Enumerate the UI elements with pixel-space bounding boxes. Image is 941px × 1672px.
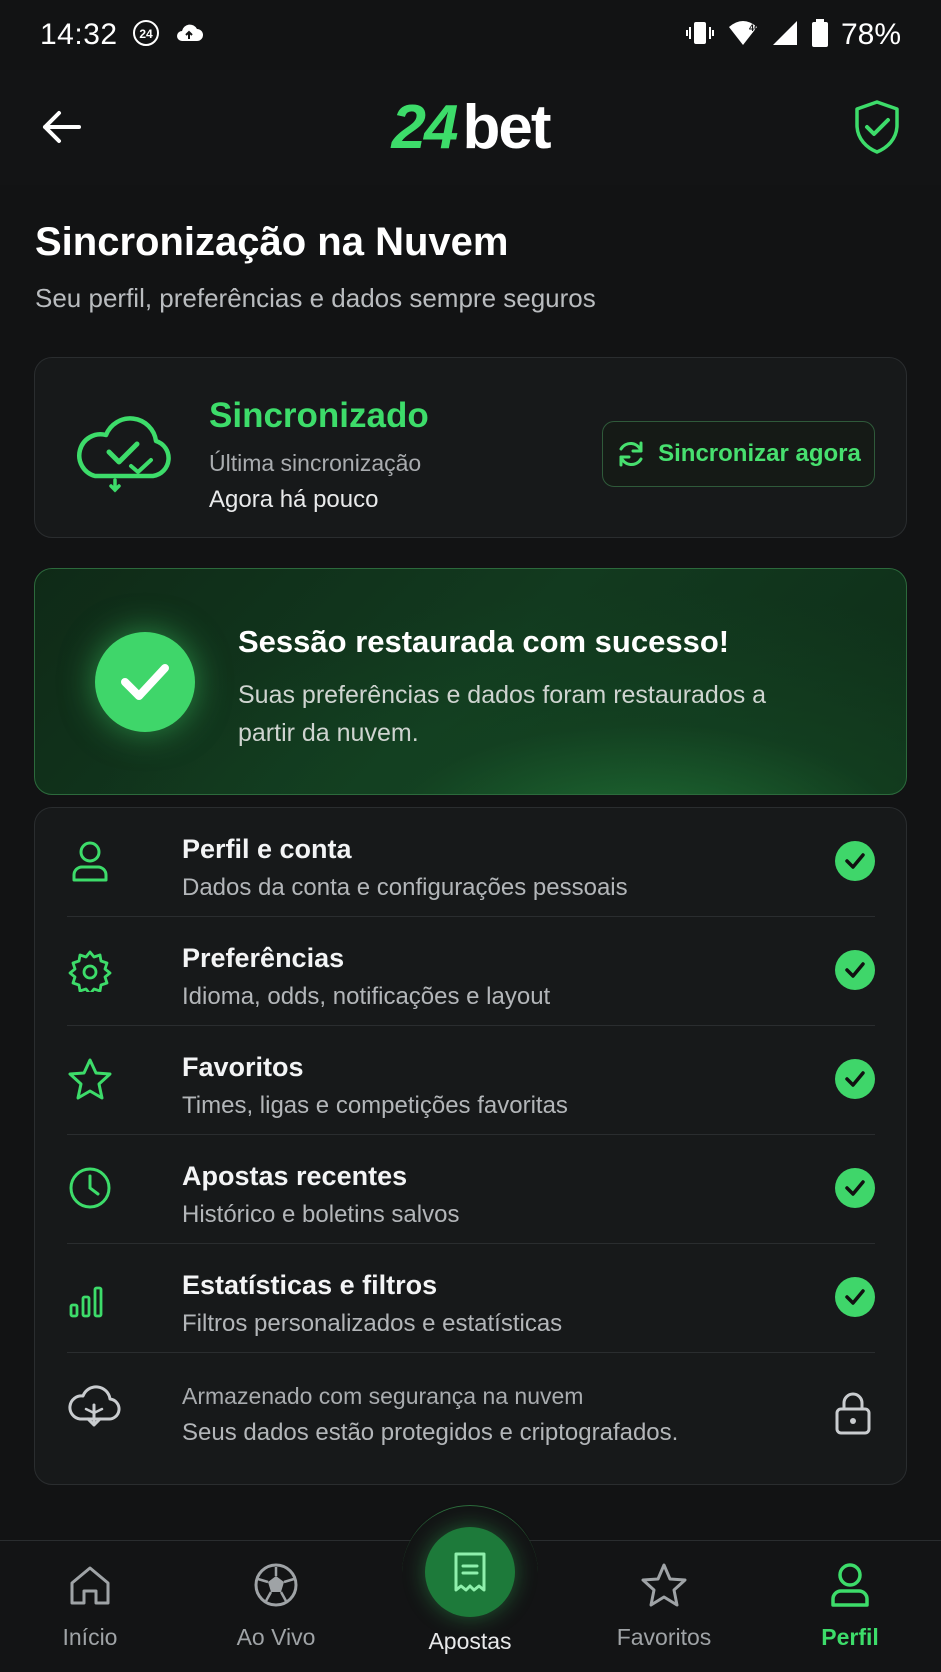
shield-check-icon bbox=[855, 100, 899, 154]
battery-icon bbox=[811, 18, 829, 53]
nav-item-perfil[interactable]: Perfil bbox=[775, 1560, 925, 1660]
synced-data-card: Perfil e conta Dados da conta e configur… bbox=[34, 807, 907, 1485]
secure-desc: Seus dados estão protegidos e criptograf… bbox=[182, 1419, 679, 1446]
success-text: Suas preferências e dados foram restaura… bbox=[238, 681, 767, 747]
item-title: Apostas recentes bbox=[182, 1161, 408, 1191]
logo-word: bet bbox=[462, 93, 551, 162]
item-title: Preferências bbox=[182, 943, 345, 973]
home-icon bbox=[65, 1560, 115, 1610]
list-item[interactable]: Preferências Idioma, odds, notificações … bbox=[67, 917, 875, 1026]
lock-icon bbox=[835, 1392, 871, 1435]
item-desc: Filtros personalizados e estatísticas bbox=[182, 1310, 563, 1337]
cloud-sync-icon bbox=[77, 416, 171, 493]
security-button[interactable] bbox=[851, 98, 903, 156]
nav-label: Favoritos bbox=[616, 1624, 712, 1650]
check-icon bbox=[835, 841, 875, 881]
bar-chart-icon bbox=[67, 1274, 113, 1320]
list-item[interactable]: Estatísticas e filtros Filtros personali… bbox=[67, 1244, 875, 1353]
arrow-left-icon bbox=[43, 111, 81, 143]
logo-number: 24 bbox=[391, 93, 459, 162]
item-desc: Idioma, odds, notificações e layout bbox=[182, 983, 551, 1010]
cloud-download-icon bbox=[68, 1385, 121, 1427]
svg-text:4G: 4G bbox=[749, 23, 759, 33]
svg-text:24: 24 bbox=[139, 27, 153, 41]
list-item[interactable]: Perfil e conta Dados da conta e configur… bbox=[67, 808, 875, 917]
nav-label: Ao Vivo bbox=[236, 1624, 316, 1650]
item-desc: Times, ligas e competições favoritas bbox=[182, 1092, 568, 1119]
vibrate-icon bbox=[685, 19, 715, 52]
sync-status-card: Sincronizado Última sincronização Agora … bbox=[34, 357, 907, 538]
nav-item-ao-vivo[interactable]: Ao Vivo bbox=[201, 1560, 351, 1660]
nav-label: Perfil bbox=[821, 1624, 879, 1650]
status-time: 14:32 bbox=[40, 18, 118, 51]
nav-label-apostas: Apostas bbox=[428, 1628, 512, 1654]
list-item[interactable]: Favoritos Times, ligas e competições fav… bbox=[67, 1026, 875, 1135]
page-subtitle: Seu perfil, preferências e dados sempre … bbox=[35, 283, 596, 313]
sync-now-button[interactable]: Sincronizar agora bbox=[602, 421, 875, 487]
secure-storage-row: Armazenado com segurança na nuvem Seus d… bbox=[67, 1353, 875, 1463]
user-icon bbox=[825, 1560, 875, 1610]
signal-icon bbox=[771, 19, 799, 52]
app-badge-icon: 24 bbox=[132, 19, 160, 52]
ticket-icon bbox=[454, 1552, 486, 1592]
gear-icon bbox=[67, 947, 113, 993]
check-icon bbox=[835, 1059, 875, 1099]
item-title: Estatísticas e filtros bbox=[182, 1270, 438, 1300]
success-banner: Sessão restaurada com sucesso! Suas pref… bbox=[34, 568, 907, 795]
clock-icon bbox=[67, 1165, 113, 1211]
status-bar: 14:32 24 4G 78% bbox=[0, 0, 941, 70]
star-icon bbox=[67, 1056, 113, 1102]
wifi-4g-icon: 4G bbox=[727, 19, 761, 52]
last-sync-value: Agora há pouco bbox=[209, 486, 379, 513]
nav-item-apostas[interactable] bbox=[425, 1527, 515, 1617]
refresh-icon bbox=[619, 441, 643, 467]
item-title: Favoritos bbox=[182, 1052, 304, 1082]
secure-title: Armazenado com segurança na nuvem bbox=[182, 1383, 584, 1409]
last-sync-label: Última sincronização bbox=[209, 450, 422, 476]
nav-label: Início bbox=[62, 1624, 118, 1650]
sync-status-text: Sincronizado bbox=[209, 396, 429, 435]
brand-logo: 24 bet bbox=[391, 92, 552, 163]
success-check-icon bbox=[95, 632, 195, 732]
item-desc: Dados da conta e configurações pessoais bbox=[182, 874, 628, 901]
success-title: Sessão restaurada com sucesso! bbox=[238, 624, 730, 659]
nav-item-inicio[interactable]: Início bbox=[15, 1560, 165, 1660]
soccer-ball-icon bbox=[251, 1560, 301, 1610]
check-icon bbox=[835, 1277, 875, 1317]
star-icon bbox=[639, 1560, 689, 1610]
sync-now-label: Sincronizar agora bbox=[658, 440, 861, 467]
list-item[interactable]: Apostas recentes Histórico e boletins sa… bbox=[67, 1135, 875, 1244]
app-header: 24 bet bbox=[0, 70, 941, 185]
battery-percent: 78% bbox=[840, 18, 901, 51]
back-button[interactable] bbox=[36, 102, 86, 152]
check-icon bbox=[835, 1168, 875, 1208]
page-title: Sincronização na Nuvem bbox=[35, 220, 509, 264]
item-title: Perfil e conta bbox=[182, 834, 352, 864]
item-desc: Histórico e boletins salvos bbox=[182, 1201, 460, 1228]
check-icon bbox=[835, 950, 875, 990]
nav-item-favoritos[interactable]: Favoritos bbox=[589, 1560, 739, 1660]
user-icon bbox=[67, 838, 113, 884]
cloud-upload-icon bbox=[174, 21, 204, 50]
